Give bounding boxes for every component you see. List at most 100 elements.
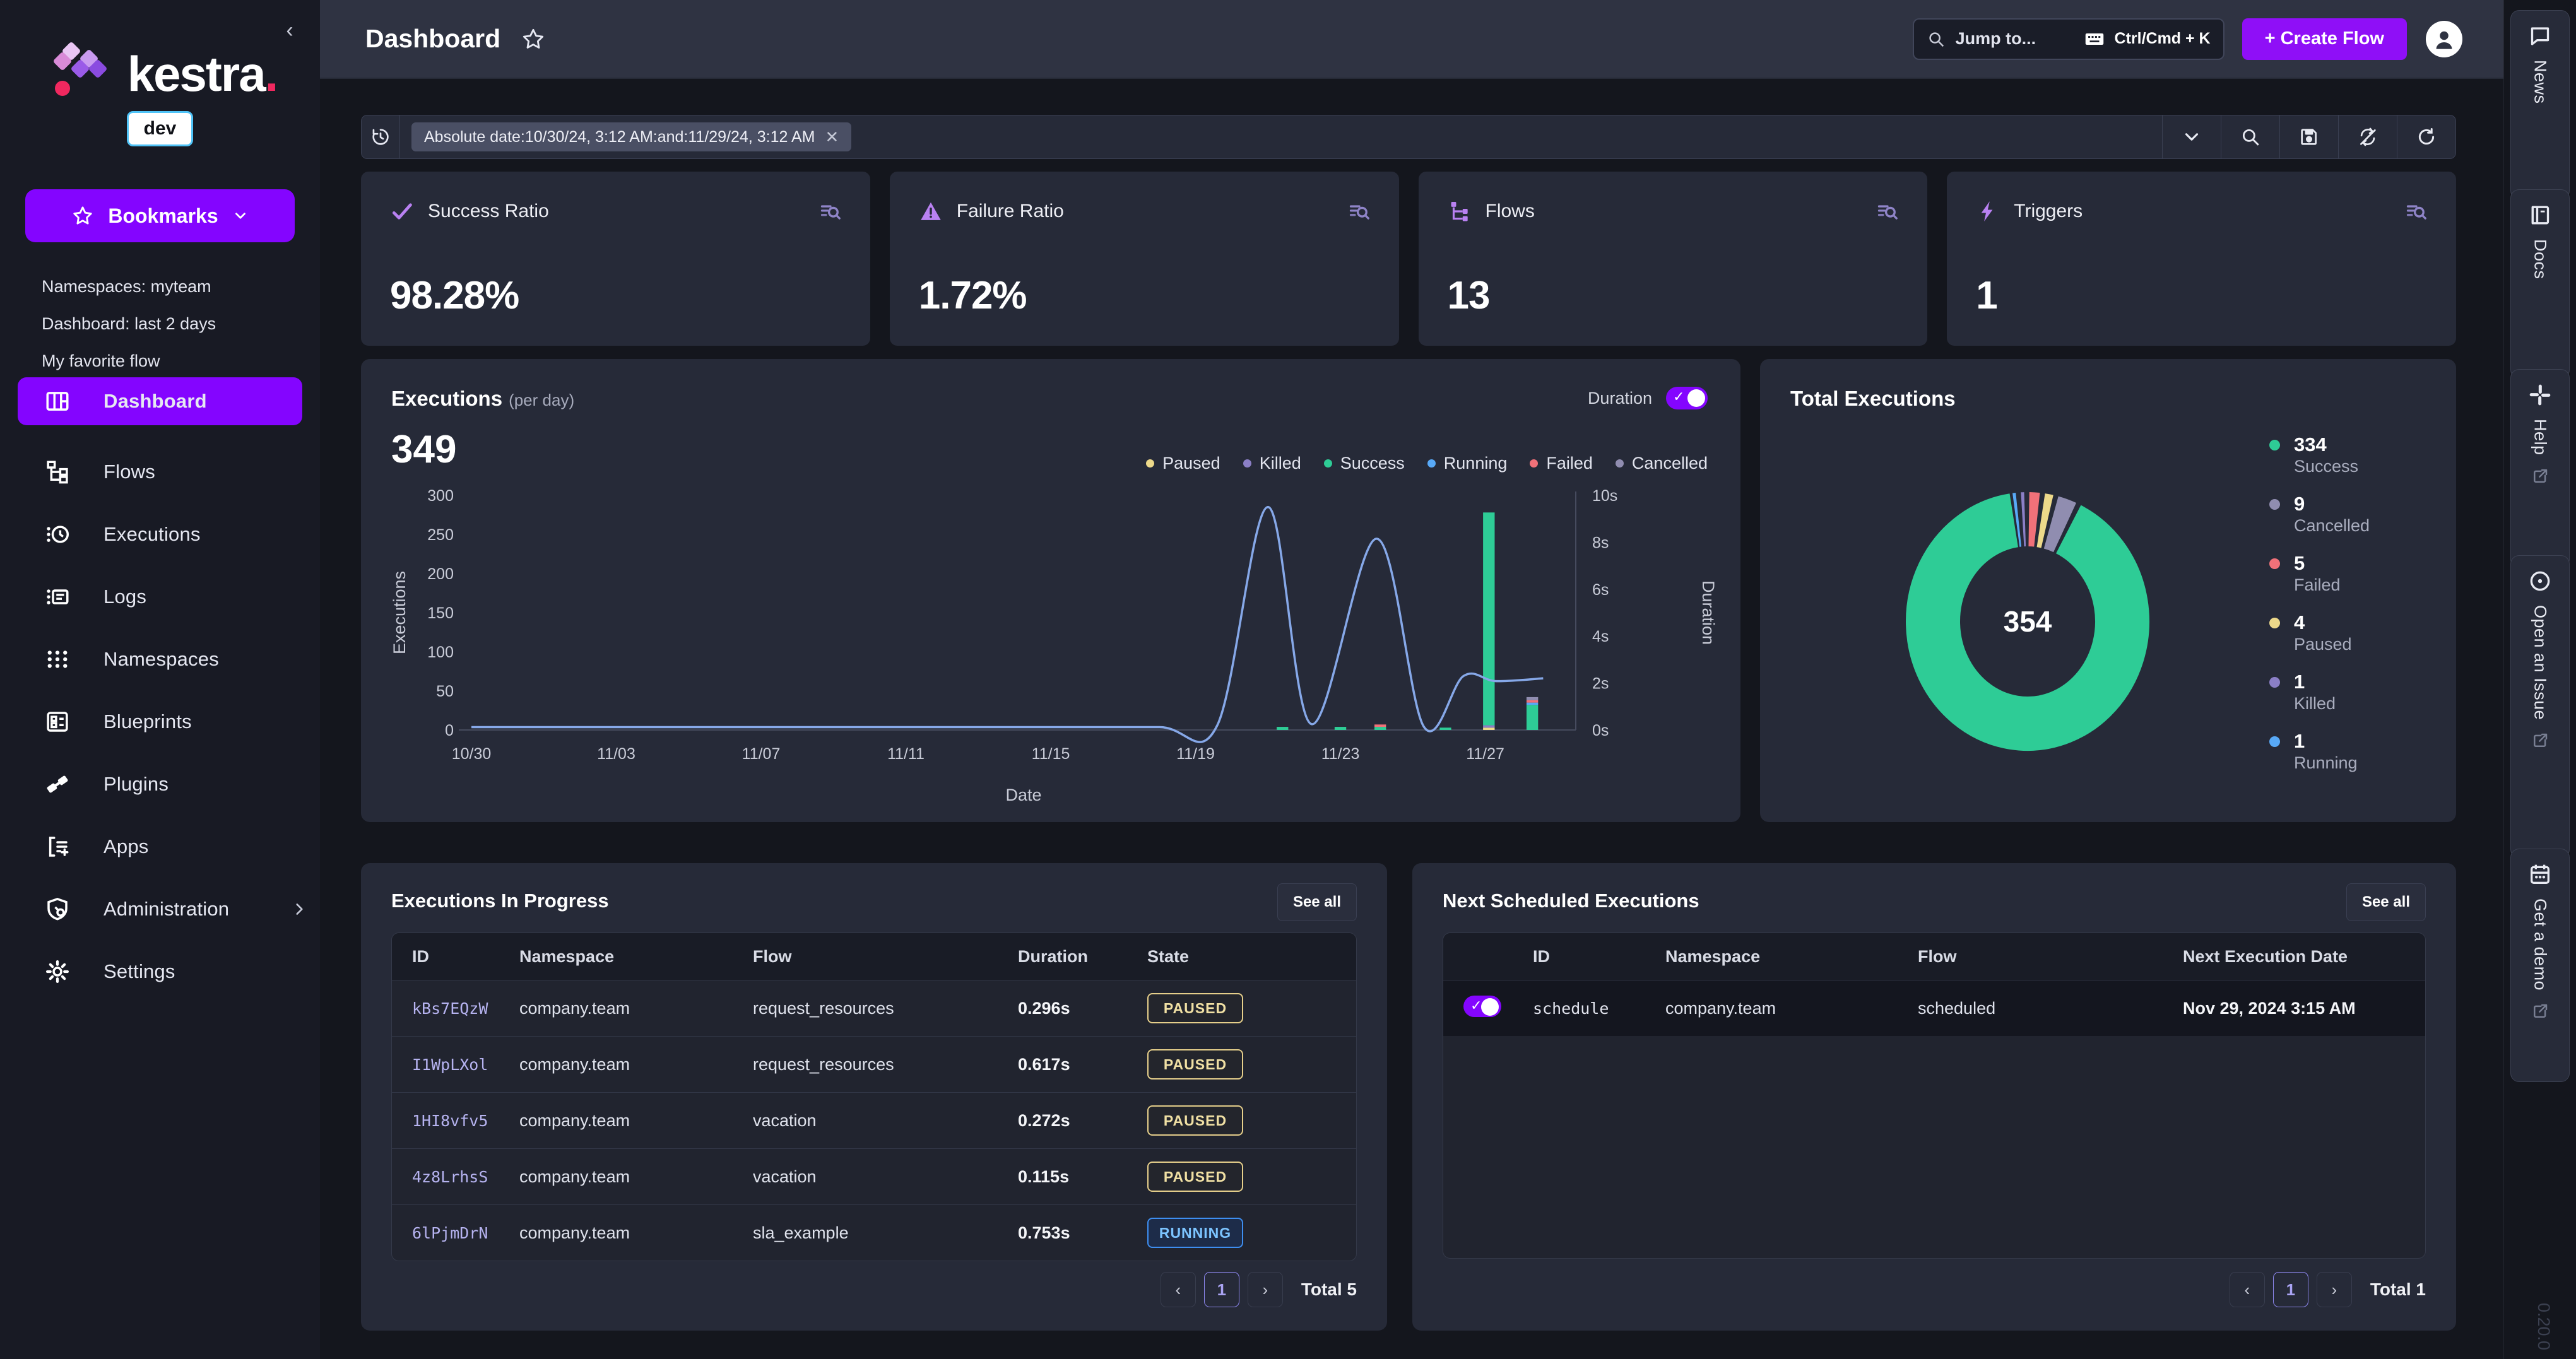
create-flow-button[interactable]: + Create Flow bbox=[2242, 18, 2407, 60]
status-badge: PAUSED bbox=[1147, 1162, 1243, 1192]
sidebar-item-apps[interactable]: Apps bbox=[0, 815, 320, 878]
execution-id-link[interactable]: 4z8LrhsS bbox=[412, 1168, 519, 1186]
trigger-enabled-toggle[interactable]: ✓ bbox=[1463, 996, 1501, 1017]
table-row[interactable]: ✓schedulecompany.teamscheduledNov 29, 20… bbox=[1443, 980, 2425, 1036]
sidebar-item-plugins[interactable]: Plugins bbox=[0, 753, 320, 815]
kpi-label: Triggers bbox=[2014, 201, 2083, 222]
filter-history-button[interactable] bbox=[362, 115, 400, 158]
legend-item-failed[interactable]: Failed bbox=[1530, 454, 1593, 473]
legend-label: Killed bbox=[2294, 693, 2336, 714]
table-row[interactable]: kBs7EQzWcompany.teamrequest_resources0.2… bbox=[392, 980, 1356, 1036]
rail-button-get-a-demo[interactable]: Get a demo bbox=[2510, 849, 2570, 1082]
kpi-value: 1 bbox=[1976, 273, 1997, 318]
donut-legend-item-paused[interactable]: 4Paused bbox=[2269, 611, 2421, 654]
table-row[interactable]: 1HI8vfv5company.teamvacation0.272sPAUSED bbox=[392, 1092, 1356, 1148]
sidebar-item-settings[interactable]: Settings bbox=[0, 940, 320, 1003]
flow-cell: sla_example bbox=[753, 1223, 1018, 1243]
table-row[interactable]: 4z8LrhsScompany.teamvacation0.115sPAUSED bbox=[392, 1148, 1356, 1204]
svg-text:Executions: Executions bbox=[390, 571, 409, 654]
filter-search-button[interactable] bbox=[2221, 115, 2279, 158]
page-number[interactable]: 1 bbox=[1204, 1272, 1239, 1307]
svg-text:0: 0 bbox=[445, 722, 454, 739]
warning-icon bbox=[919, 199, 943, 223]
page-number[interactable]: 1 bbox=[2273, 1272, 2308, 1307]
sidebar-item-blueprints[interactable]: Blueprints bbox=[0, 690, 320, 753]
rail-button-docs[interactable]: Docs bbox=[2510, 189, 2570, 379]
external-link-icon bbox=[2531, 731, 2549, 750]
page-next-button[interactable]: › bbox=[1248, 1272, 1283, 1307]
legend-item-cancelled[interactable]: Cancelled bbox=[1616, 454, 1708, 473]
sidebar-item-executions[interactable]: Executions bbox=[0, 503, 320, 565]
executions-panel: Executions(per day) 349 Duration ✓ Pause… bbox=[361, 359, 1740, 822]
execution-id-link[interactable]: 6lPjmDrN bbox=[412, 1224, 519, 1242]
filter-expand-button[interactable] bbox=[2162, 115, 2221, 158]
list-search-icon[interactable] bbox=[2404, 199, 2428, 223]
logs-icon bbox=[44, 584, 71, 610]
table-row[interactable]: 6lPjmDrNcompany.teamsla_example0.753sRUN… bbox=[392, 1204, 1356, 1261]
execution-id-link[interactable]: I1WpLXol bbox=[412, 1056, 519, 1074]
donut-legend-item-success[interactable]: 334Success bbox=[2269, 433, 2421, 476]
rail-button-open-an-issue[interactable]: Open an Issue bbox=[2510, 555, 2570, 858]
bookmark-item[interactable]: Namespaces: myteam bbox=[42, 268, 301, 305]
legend-label: Failed bbox=[2294, 575, 2341, 595]
executions-total-count: 349 bbox=[391, 427, 456, 472]
avatar[interactable] bbox=[2426, 21, 2462, 57]
executions-legend: Paused Killed Success Running Failed Cancelle… bbox=[1146, 454, 1708, 473]
sidebar-collapse-icon[interactable]: ‹ bbox=[278, 19, 301, 42]
execution-id-link[interactable]: kBs7EQzW bbox=[412, 999, 519, 1018]
page-prev-button[interactable]: ‹ bbox=[2230, 1272, 2265, 1307]
see-all-button[interactable]: See all bbox=[2346, 883, 2426, 921]
rail-button-label: News bbox=[2531, 60, 2550, 104]
sidebar-item-flows[interactable]: Flows bbox=[0, 440, 320, 503]
legend-item-success[interactable]: Success bbox=[1324, 454, 1405, 473]
sidebar-item-logs[interactable]: Logs bbox=[0, 565, 320, 628]
list-search-icon[interactable] bbox=[1876, 199, 1900, 223]
legend-label: Paused bbox=[2294, 634, 2352, 654]
kpi-value: 98.28% bbox=[390, 273, 519, 318]
list-search-icon[interactable] bbox=[1347, 199, 1371, 223]
legend-item-running[interactable]: Running bbox=[1427, 454, 1508, 473]
duration-cell: 0.115s bbox=[1018, 1167, 1147, 1187]
execution-id-link[interactable]: 1HI8vfv5 bbox=[412, 1112, 519, 1130]
legend-label: Success bbox=[1340, 454, 1405, 473]
bookmarks-button[interactable]: Bookmarks bbox=[25, 189, 295, 242]
kpi-card-failure-ratio: Failure Ratio1.72% bbox=[890, 172, 1399, 346]
donut-legend-item-killed[interactable]: 1Killed bbox=[2269, 671, 2421, 714]
duration-toggle[interactable]: ✓ bbox=[1666, 387, 1708, 409]
donut-legend-item-failed[interactable]: 5Failed bbox=[2269, 552, 2421, 595]
executions-in-progress-panel: Executions In Progress See all IDNamespa… bbox=[361, 863, 1387, 1331]
table-row[interactable]: I1WpLXolcompany.teamrequest_resources0.6… bbox=[392, 1036, 1356, 1092]
auto-refresh-off-button[interactable] bbox=[2338, 115, 2397, 158]
legend-item-killed[interactable]: Killed bbox=[1243, 454, 1301, 473]
rail-button-news[interactable]: News bbox=[2510, 10, 2570, 199]
rail-button-help[interactable]: Help bbox=[2510, 369, 2570, 568]
list-search-icon[interactable] bbox=[818, 199, 842, 223]
sidebar-item-administration[interactable]: Administration bbox=[0, 878, 320, 940]
legend-dot bbox=[2269, 677, 2280, 688]
filter-save-button[interactable] bbox=[2279, 115, 2338, 158]
legend-item-paused[interactable]: Paused bbox=[1146, 454, 1220, 473]
sidebar-item-namespaces[interactable]: Namespaces bbox=[0, 628, 320, 690]
donut-legend-item-running[interactable]: 1Running bbox=[2269, 730, 2421, 773]
sidebar-item-dashboard[interactable]: Dashboard bbox=[18, 377, 302, 425]
duration-cell: 0.296s bbox=[1018, 999, 1147, 1018]
main-area: Dashboard Jump to... Ctrl/Cmd + K + Crea… bbox=[320, 0, 2504, 1359]
flow-cell: vacation bbox=[753, 1111, 1018, 1131]
search-input[interactable]: Jump to... Ctrl/Cmd + K bbox=[1913, 18, 2224, 60]
legend-dot bbox=[2269, 618, 2280, 628]
bookmark-item[interactable]: My favorite flow bbox=[42, 343, 301, 380]
svg-text:11/19: 11/19 bbox=[1176, 745, 1215, 763]
see-all-button[interactable]: See all bbox=[1277, 883, 1357, 921]
executions-chart[interactable]: 0501001502002503000s2s4s6s8s10s10/3011/0… bbox=[386, 485, 1718, 808]
svg-text:100: 100 bbox=[427, 644, 454, 661]
bookmark-item[interactable]: Dashboard: last 2 days bbox=[42, 305, 301, 343]
page-next-button[interactable]: › bbox=[2317, 1272, 2352, 1307]
donut-legend-item-cancelled[interactable]: 9Cancelled bbox=[2269, 493, 2421, 536]
close-icon[interactable]: ✕ bbox=[825, 127, 839, 147]
blueprints-icon bbox=[44, 709, 71, 735]
filter-chip-absolute-date[interactable]: Absolute date:10/30/24, 3:12 AM:and:11/2… bbox=[411, 122, 851, 151]
total-executions-donut[interactable]: 354 bbox=[1775, 420, 2280, 811]
favorite-star-icon[interactable] bbox=[521, 26, 546, 52]
page-prev-button[interactable]: ‹ bbox=[1161, 1272, 1196, 1307]
refresh-button[interactable] bbox=[2397, 115, 2455, 158]
